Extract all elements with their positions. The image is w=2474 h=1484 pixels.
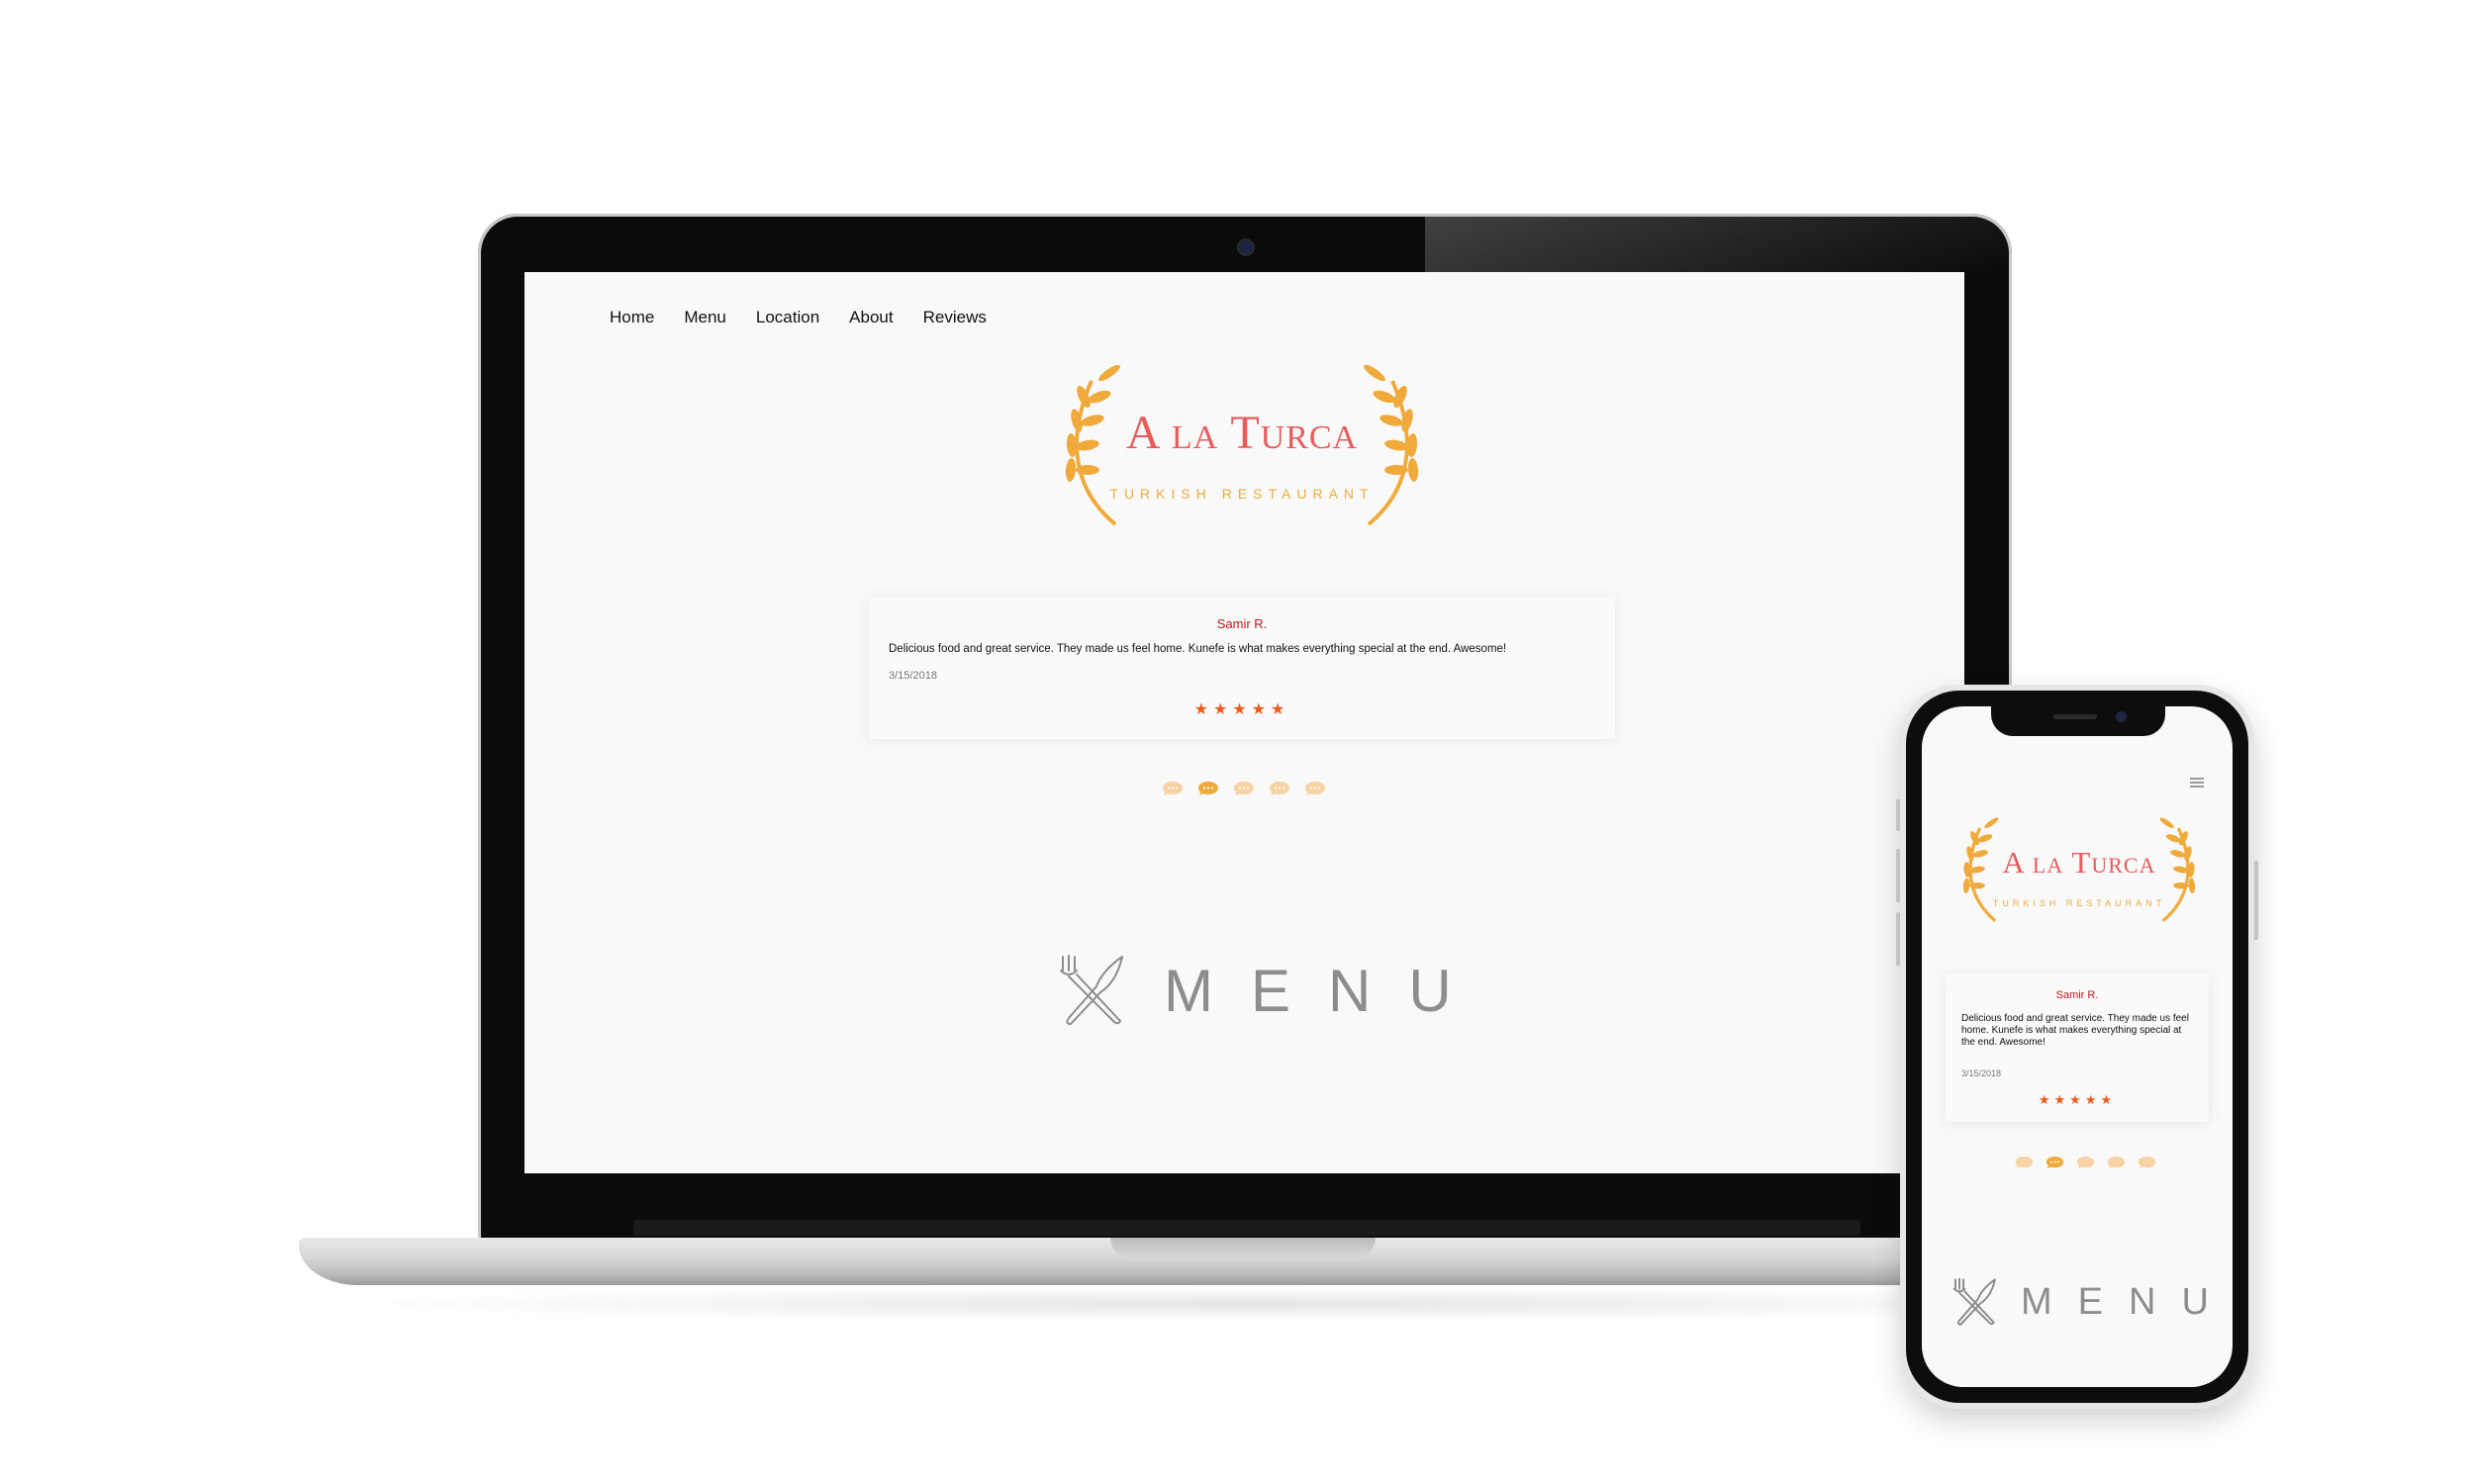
review-date: 3/15/2018 — [889, 670, 937, 682]
nav-reviews[interactable]: Reviews — [923, 308, 987, 327]
hamburger-icon[interactable] — [2190, 776, 2204, 789]
main-nav: Home Menu Location About Reviews — [610, 308, 987, 327]
menu-section-heading[interactable]: MENU — [1057, 953, 1489, 1028]
nav-about[interactable]: About — [849, 308, 893, 327]
phone-notch — [1991, 704, 2165, 736]
menu-label: MENU — [2021, 1280, 2233, 1323]
brand-subtitle: TURKISH RESTAURANT — [1992, 898, 2166, 908]
review-text: Delicious food and great service. They m… — [1961, 1013, 2189, 1048]
desktop-website: Home Menu Location About Reviews A la Tu… — [524, 272, 1964, 1173]
mobile-website: A la Turca TURKISH RESTAURANT Samir R. D… — [1922, 706, 2233, 1387]
chat-bubble-icon[interactable] — [2046, 1156, 2064, 1169]
speaker-icon — [2053, 714, 2097, 719]
star-rating: ★★★★★ — [1193, 701, 1290, 718]
menu-section-heading[interactable]: MENU — [1951, 1276, 2233, 1328]
chat-bubble-icon[interactable] — [2107, 1156, 2126, 1169]
chat-bubble-icon[interactable] — [1197, 781, 1219, 796]
brand-logo[interactable]: A la Turca TURKISH RESTAURANT — [1054, 361, 1430, 539]
chat-bubble-icon[interactable] — [1269, 781, 1290, 796]
laptop-trackpad-notch — [1110, 1238, 1376, 1259]
reviewer-name: Samir R. — [1216, 616, 1268, 631]
review-carousel-dots — [2015, 1156, 2156, 1169]
brand-logo[interactable]: A la Turca TURKISH RESTAURANT — [1955, 815, 2203, 932]
chat-bubble-icon[interactable] — [2015, 1156, 2034, 1169]
nav-location[interactable]: Location — [756, 308, 819, 327]
laptop-hinge — [633, 1220, 1860, 1236]
fork-knife-icon — [1952, 1277, 1996, 1326]
brand-title: A la Turca — [2002, 845, 2156, 880]
laptop-shadow — [327, 1286, 2167, 1322]
chat-bubble-icon[interactable] — [2138, 1156, 2156, 1169]
nav-home[interactable]: Home — [610, 308, 654, 327]
brand-subtitle: TURKISH RESTAURANT — [1109, 486, 1375, 502]
chat-bubble-icon[interactable] — [1233, 781, 1255, 796]
review-card: Samir R. Delicious food and great servic… — [1946, 974, 2209, 1122]
review-carousel-dots — [1162, 781, 1326, 796]
brand-title: A la Turca — [1125, 407, 1359, 459]
review-text: Delicious food and great service. They m… — [889, 643, 1507, 655]
webcam-icon — [1237, 238, 1255, 256]
chat-bubble-icon[interactable] — [2076, 1156, 2095, 1169]
menu-label: MENU — [1164, 957, 1489, 1024]
chat-bubble-icon[interactable] — [1304, 781, 1326, 796]
star-rating: ★★★★★ — [2038, 1092, 2117, 1107]
chat-bubble-icon[interactable] — [1162, 781, 1184, 796]
nav-menu[interactable]: Menu — [684, 308, 726, 327]
front-camera-icon — [2116, 711, 2127, 722]
reviewer-name: Samir R. — [2055, 989, 2099, 1001]
review-card: Samir R. Delicious food and great servic… — [869, 597, 1615, 739]
review-date: 3/15/2018 — [1961, 1068, 2002, 1078]
fork-knife-icon — [1060, 955, 1123, 1025]
